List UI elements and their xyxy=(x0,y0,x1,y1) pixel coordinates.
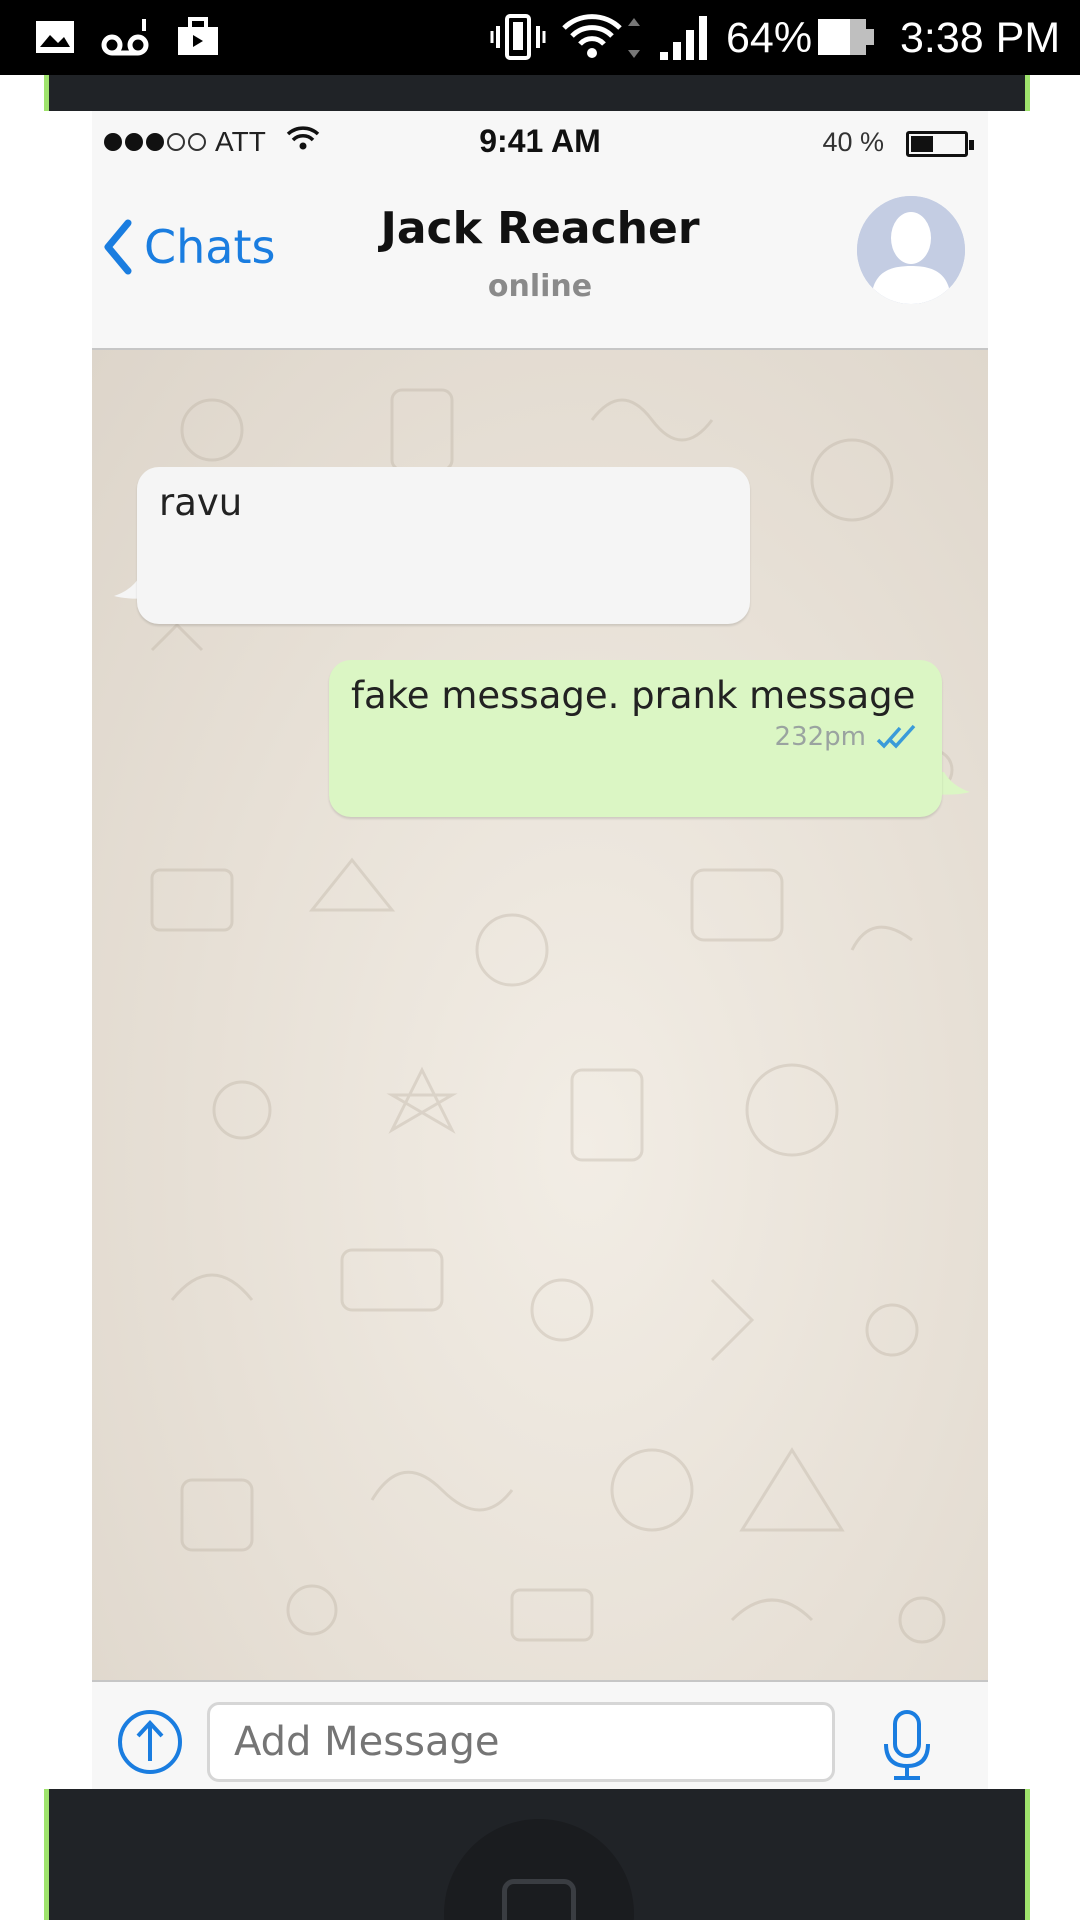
message-input[interactable] xyxy=(207,1702,835,1782)
android-time: 3:38 PM xyxy=(900,14,1061,62)
briefcase-icon xyxy=(176,14,220,60)
message-meta: 232pm xyxy=(775,722,920,752)
microphone-button[interactable] xyxy=(882,1710,932,1786)
microphone-icon xyxy=(884,1710,930,1780)
phone-frame-top xyxy=(44,75,1030,111)
signal-icon xyxy=(658,14,712,60)
contact-status: online xyxy=(487,269,593,304)
contact-name[interactable]: Jack Reacher xyxy=(92,203,988,254)
phone-frame-bottom xyxy=(44,1789,1030,1920)
home-button[interactable] xyxy=(444,1819,634,1920)
contact-avatar[interactable] xyxy=(857,196,965,304)
android-status-bar: 64% 3:38 PM xyxy=(0,0,1080,75)
phone-screen: ATT 9:41 AM 40 % Chats Jack Reacher onli… xyxy=(92,111,988,1789)
outgoing-message-bubble[interactable]: fake message. prank message 232pm xyxy=(329,660,942,817)
attach-button[interactable] xyxy=(117,1709,183,1779)
ios-battery-level xyxy=(911,136,933,152)
voicemail-icon xyxy=(100,14,152,60)
chat-area[interactable]: ravu fake message. prank message 232pm xyxy=(92,350,988,1680)
ios-battery-percent: 40 % xyxy=(822,127,884,157)
incoming-message-bubble[interactable]: ravu xyxy=(137,467,750,624)
message-time: 232pm xyxy=(774,722,866,752)
vibrate-icon xyxy=(490,14,546,60)
wifi-icon xyxy=(560,14,640,60)
battery-icon xyxy=(816,14,876,60)
message-input-bar xyxy=(92,1680,988,1789)
gallery-icon xyxy=(34,14,76,60)
ios-status-bar: ATT 9:41 AM 40 % xyxy=(92,111,988,173)
person-silhouette-icon xyxy=(857,196,965,304)
chat-header: Chats Jack Reacher online xyxy=(92,173,988,350)
arrow-up-circle-icon xyxy=(118,1710,182,1774)
android-battery-text: 64% xyxy=(726,14,813,62)
ios-battery-icon xyxy=(906,131,974,157)
incoming-message-text: ravu xyxy=(159,481,243,524)
double-check-icon xyxy=(876,724,916,749)
outgoing-message-text: fake message. prank message xyxy=(351,674,916,717)
